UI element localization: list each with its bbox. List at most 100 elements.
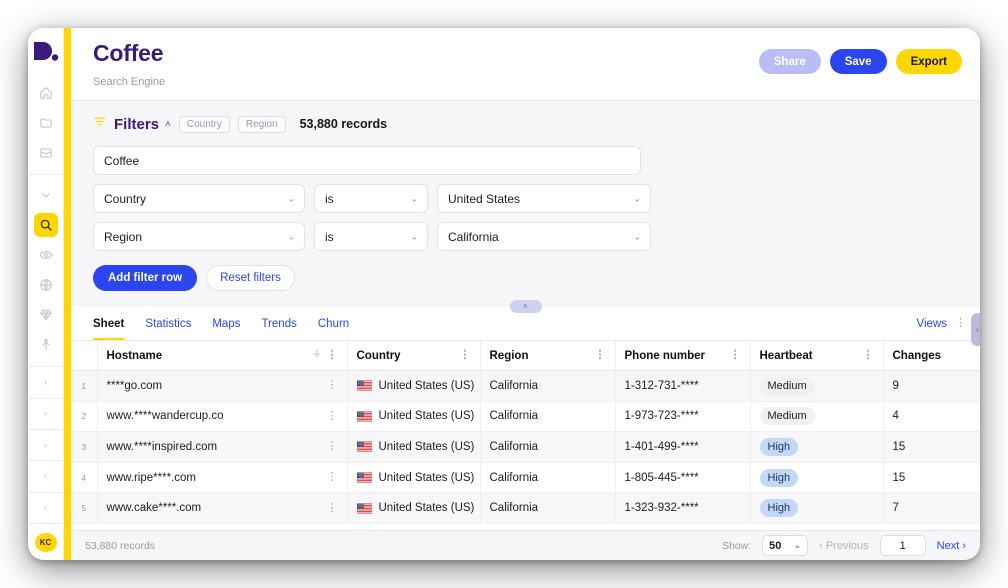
save-button[interactable]: Save xyxy=(830,49,887,74)
row-menu-icon[interactable]: ⋮ xyxy=(327,472,338,483)
globe-icon[interactable] xyxy=(34,273,58,297)
search-input[interactable]: Coffee xyxy=(93,146,641,175)
cell-hostname[interactable]: ****go.com⋮ xyxy=(97,371,347,402)
tab-sheet[interactable]: Sheet xyxy=(93,307,124,340)
column-header-changes[interactable]: Changes ⋮ xyxy=(883,341,980,371)
rail-collapsed-row-1[interactable]: › xyxy=(28,367,63,398)
rail-collapsed-row-5[interactable]: › xyxy=(28,493,63,524)
next-page-button[interactable]: Next › xyxy=(937,540,966,552)
cell-phone[interactable]: 1-323-932-**** xyxy=(615,493,750,524)
cell-region[interactable]: California xyxy=(480,432,615,463)
cell-country[interactable]: United States (US) xyxy=(347,401,480,432)
region-value: California xyxy=(490,441,539,453)
page-number-input[interactable] xyxy=(880,535,926,556)
cell-country[interactable]: United States (US) xyxy=(347,493,480,524)
row-menu-icon[interactable]: ⋮ xyxy=(327,380,338,391)
cell-region[interactable]: California xyxy=(480,401,615,432)
column-menu-icon-region[interactable]: ⋮ xyxy=(595,350,606,361)
table-row[interactable]: 4www.ripe****.com⋮United States (US)Cali… xyxy=(71,462,980,493)
views-link[interactable]: Views xyxy=(917,318,947,330)
column-header-region[interactable]: Region ⋮ xyxy=(480,341,615,371)
table-row[interactable]: 2www.****wandercup.co⋮United States (US)… xyxy=(71,401,980,432)
tab-statistics[interactable]: Statistics xyxy=(145,307,191,340)
cell-phone[interactable]: 1-973-723-**** xyxy=(615,401,750,432)
column-header-phone[interactable]: Phone number ⋮ xyxy=(615,341,750,371)
archive-icon[interactable] xyxy=(34,141,58,165)
filter-value-select-1[interactable]: United States ⌄ xyxy=(437,184,651,213)
column-menu-icon-heartbeat[interactable]: ⋮ xyxy=(863,350,874,361)
collapse-filters-handle[interactable]: ˄ xyxy=(510,300,542,313)
filter-value-select-2[interactable]: California ⌄ xyxy=(437,222,651,251)
cell-country[interactable]: United States (US) xyxy=(347,462,480,493)
cell-region[interactable]: California xyxy=(480,493,615,524)
cell-hostname[interactable]: www.****wandercup.co⋮ xyxy=(97,401,347,432)
cell-region[interactable]: California xyxy=(480,371,615,402)
column-header-country[interactable]: Country ⋮ xyxy=(347,341,480,371)
column-menu-icon-country[interactable]: ⋮ xyxy=(460,350,471,361)
cell-changes[interactable]: 9 xyxy=(883,371,980,402)
cell-country[interactable]: United States (US) xyxy=(347,432,480,463)
cell-heartbeat[interactable]: High xyxy=(750,493,883,524)
rail-collapsed-row-3[interactable]: › xyxy=(28,430,63,461)
filter-field-select-2[interactable]: Region ⌄ xyxy=(93,222,305,251)
column-header-hostname[interactable]: Hostname ⋮ xyxy=(97,341,347,371)
tab-maps[interactable]: Maps xyxy=(212,307,240,340)
main-region: Coffee Search Engine Share Save Export F… xyxy=(71,28,980,560)
filter-field-select-1[interactable]: Country ⌄ xyxy=(93,184,305,213)
cell-phone[interactable]: 1-401-499-**** xyxy=(615,432,750,463)
tab-churn[interactable]: Churn xyxy=(318,307,349,340)
cell-hostname[interactable]: www.cake****.com ⋮ xyxy=(97,493,347,524)
add-filter-row-button[interactable]: Add filter row xyxy=(93,265,197,291)
cell-country[interactable]: United States (US) xyxy=(347,371,480,402)
table-row[interactable]: 3www.****inspired.com⋮United States (US)… xyxy=(71,432,980,463)
cell-heartbeat[interactable]: High xyxy=(750,462,883,493)
export-button[interactable]: Export xyxy=(896,49,962,74)
filter-chip-region[interactable]: Region xyxy=(238,116,286,133)
tab-trends[interactable]: Trends xyxy=(261,307,296,340)
column-header-heartbeat[interactable]: Heartbeat ⋮ xyxy=(750,341,883,371)
cell-heartbeat[interactable]: Medium xyxy=(750,371,883,402)
column-menu-icon-phone[interactable]: ⋮ xyxy=(730,350,741,361)
views-menu-icon[interactable]: ⋮ xyxy=(955,318,966,329)
row-menu-icon[interactable]: ⋮ xyxy=(327,441,338,452)
cell-hostname[interactable]: www.****inspired.com⋮ xyxy=(97,432,347,463)
cell-changes[interactable]: 15 xyxy=(883,432,980,463)
row-menu-icon[interactable]: ⋮ xyxy=(327,503,338,514)
tree-icon[interactable] xyxy=(34,333,58,357)
cell-heartbeat[interactable]: Medium xyxy=(750,401,883,432)
filter-operator-select-1[interactable]: is ⌄ xyxy=(314,184,428,213)
filter-chip-country[interactable]: Country xyxy=(179,116,230,133)
column-menu-icon-hostname[interactable]: ⋮ xyxy=(327,350,338,361)
cell-phone[interactable]: 1-312-731-**** xyxy=(615,371,750,402)
search-icon[interactable] xyxy=(34,213,58,237)
folder-icon[interactable] xyxy=(34,111,58,135)
rail-collapsed-row-4[interactable]: › xyxy=(28,461,63,492)
cell-hostname[interactable]: www.ripe****.com⋮ xyxy=(97,462,347,493)
table-row[interactable]: 1****go.com⋮United States (US)California… xyxy=(71,371,980,402)
collapse-right-panel-handle[interactable]: ‹ xyxy=(971,313,980,346)
cell-changes[interactable]: 4 xyxy=(883,401,980,432)
diamond-icon[interactable] xyxy=(34,303,58,327)
chevron-down-icon[interactable] xyxy=(34,183,58,207)
country-value: United States (US) xyxy=(379,441,475,453)
pin-icon[interactable] xyxy=(312,349,322,362)
app-logo[interactable] xyxy=(28,28,63,73)
rail-collapsed-row-2[interactable]: › xyxy=(28,399,63,430)
avatar[interactable]: KC xyxy=(35,533,57,552)
reset-filters-button[interactable]: Reset filters xyxy=(206,265,295,291)
filter-operator-select-2[interactable]: is ⌄ xyxy=(314,222,428,251)
share-button[interactable]: Share xyxy=(759,49,821,74)
home-icon[interactable] xyxy=(34,81,58,105)
cell-phone[interactable]: 1-805-445-**** xyxy=(615,462,750,493)
previous-page-button[interactable]: ‹ Previous xyxy=(819,540,869,552)
hostname-value: www.cake****.com xyxy=(107,502,202,514)
eye-icon[interactable] xyxy=(34,243,58,267)
cell-heartbeat[interactable]: High xyxy=(750,432,883,463)
table-row[interactable]: 5www.cake****.com⋮United States (US)Cali… xyxy=(71,493,980,524)
page-size-select[interactable]: 50 ⌄ xyxy=(762,535,808,556)
chevron-up-icon[interactable]: ˄ xyxy=(165,119,171,130)
cell-changes[interactable]: 7 xyxy=(883,493,980,524)
row-menu-icon[interactable]: ⋮ xyxy=(327,411,338,422)
cell-changes[interactable]: 15 xyxy=(883,462,980,493)
cell-region[interactable]: California xyxy=(480,462,615,493)
